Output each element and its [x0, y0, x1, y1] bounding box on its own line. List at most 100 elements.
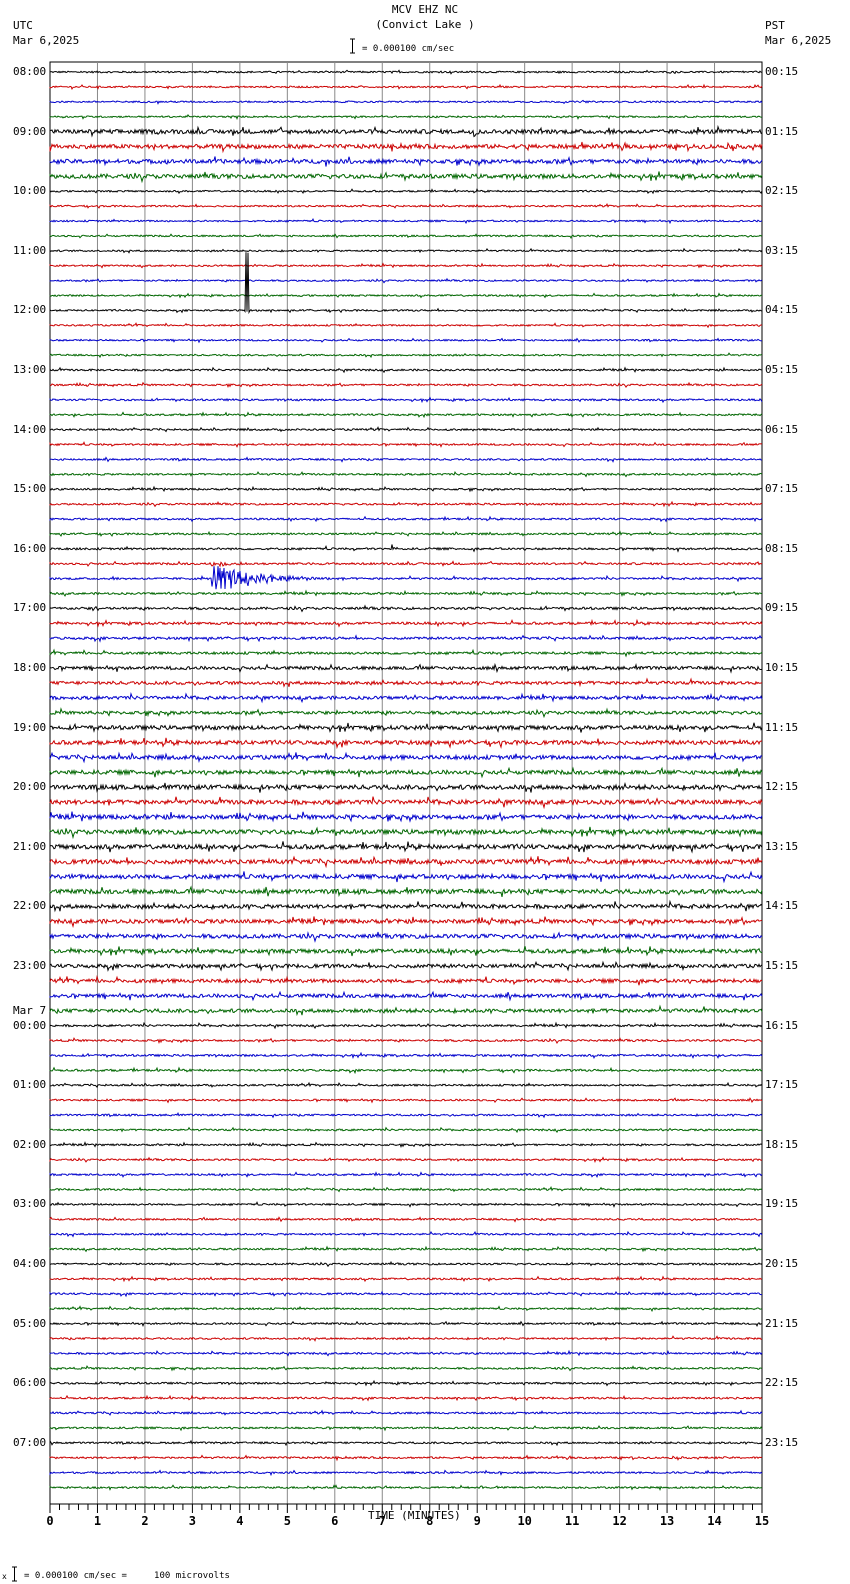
trace	[49, 396, 763, 404]
pst-hour-label: 04:15	[765, 303, 799, 317]
trace	[49, 515, 763, 523]
utc-hour-label: 03:00	[13, 1197, 47, 1211]
trace	[49, 751, 763, 764]
pst-hour-label: 21:15	[765, 1316, 799, 1330]
trace	[49, 233, 763, 239]
trace	[49, 1021, 763, 1030]
utc-hour-label: 16:00	[13, 541, 47, 555]
x-tick-label: 12	[612, 1514, 626, 1528]
trace	[49, 1439, 763, 1447]
trace	[49, 1141, 763, 1148]
scale-bar-icon	[350, 38, 355, 54]
trace	[49, 352, 763, 359]
trace	[49, 1171, 763, 1179]
x-tick-label: 11	[565, 1514, 579, 1528]
trace	[49, 1335, 763, 1342]
trace	[49, 202, 763, 209]
pst-hour-label: 07:15	[765, 482, 799, 496]
trace	[49, 252, 763, 315]
trace	[49, 1066, 763, 1075]
trace	[49, 1365, 763, 1372]
trace	[49, 381, 763, 389]
trace	[49, 69, 763, 75]
trace	[49, 1112, 763, 1119]
pst-hour-label: 03:15	[765, 243, 799, 257]
trace	[49, 766, 763, 779]
utc-hour-label: 07:00	[13, 1435, 47, 1449]
utc-hour-label: 00:00	[13, 1018, 47, 1032]
x-tick-label: 10	[517, 1514, 531, 1528]
trace	[49, 662, 763, 674]
x-tick-label: 15	[755, 1514, 769, 1528]
pst-hour-label: 01:15	[765, 124, 799, 138]
pst-hour-label: 11:15	[765, 720, 799, 734]
trace	[49, 915, 763, 928]
utc-hour-label: 10:00	[13, 184, 47, 198]
utc-hour-label: 08:00	[13, 65, 47, 78]
trace	[49, 648, 763, 658]
trace	[49, 899, 763, 913]
trace	[49, 707, 763, 719]
trace	[49, 322, 763, 329]
trace	[49, 1186, 763, 1193]
utc-hour-label: 23:00	[13, 959, 47, 972]
trace	[49, 1484, 763, 1492]
trace	[49, 292, 762, 299]
trace	[49, 1156, 763, 1163]
trace	[49, 855, 763, 869]
trace	[49, 1379, 763, 1387]
x-tick-label: 2	[141, 1514, 148, 1528]
trace	[49, 566, 763, 590]
trace	[49, 277, 763, 284]
trace	[49, 1275, 763, 1283]
trace	[49, 1454, 763, 1462]
pst-hour-label: 17:15	[765, 1078, 799, 1092]
date-change-label: Mar 7	[13, 1003, 47, 1017]
x-tick-label: 6	[331, 1514, 338, 1528]
trace	[49, 470, 763, 478]
pst-hour-label: 20:15	[765, 1257, 799, 1270]
pst-hour-label: 16:15	[765, 1018, 799, 1032]
trace	[49, 337, 763, 344]
pst-hour-label: 19:15	[765, 1197, 799, 1211]
utc-hour-label: 11:00	[13, 243, 47, 257]
utc-hour-label: 01:00	[13, 1078, 47, 1092]
trace	[49, 1051, 763, 1060]
utc-hour-label: 15:00	[13, 482, 47, 496]
trace	[49, 217, 763, 225]
utc-hour-label: 05:00	[13, 1316, 47, 1330]
trace	[49, 247, 763, 254]
utc-hour-label: 13:00	[13, 363, 47, 376]
pst-hour-label: 14:15	[765, 899, 799, 913]
utc-hour-label: 09:00	[13, 124, 47, 138]
trace	[49, 811, 763, 823]
trace	[49, 544, 763, 553]
trace	[49, 530, 762, 537]
trace	[49, 1349, 763, 1357]
trace	[49, 441, 763, 448]
scale-bar-icon	[12, 1566, 17, 1582]
pst-hour-label: 10:15	[765, 661, 799, 674]
pst-hour-label: 12:15	[765, 780, 799, 794]
trace	[49, 366, 762, 374]
trace	[49, 188, 763, 195]
trace	[49, 1305, 763, 1313]
utc-hour-label: 04:00	[13, 1257, 47, 1270]
trace	[49, 691, 763, 704]
trace	[49, 990, 763, 1002]
trace	[49, 262, 763, 269]
trace	[49, 113, 763, 120]
utc-hour-label: 14:00	[13, 422, 47, 436]
x-tick-label: 0	[46, 1514, 53, 1528]
trace	[49, 1425, 763, 1432]
pst-hour-label: 22:15	[765, 1376, 799, 1390]
pst-hour-label: 05:15	[765, 363, 799, 376]
pst-hour-label: 13:15	[765, 839, 799, 853]
trace	[49, 1126, 763, 1134]
x-tick-label: 8	[426, 1514, 433, 1528]
trace	[49, 1230, 763, 1238]
trace	[49, 782, 763, 793]
trace	[49, 870, 763, 884]
trace	[49, 737, 763, 750]
trace	[49, 677, 763, 688]
